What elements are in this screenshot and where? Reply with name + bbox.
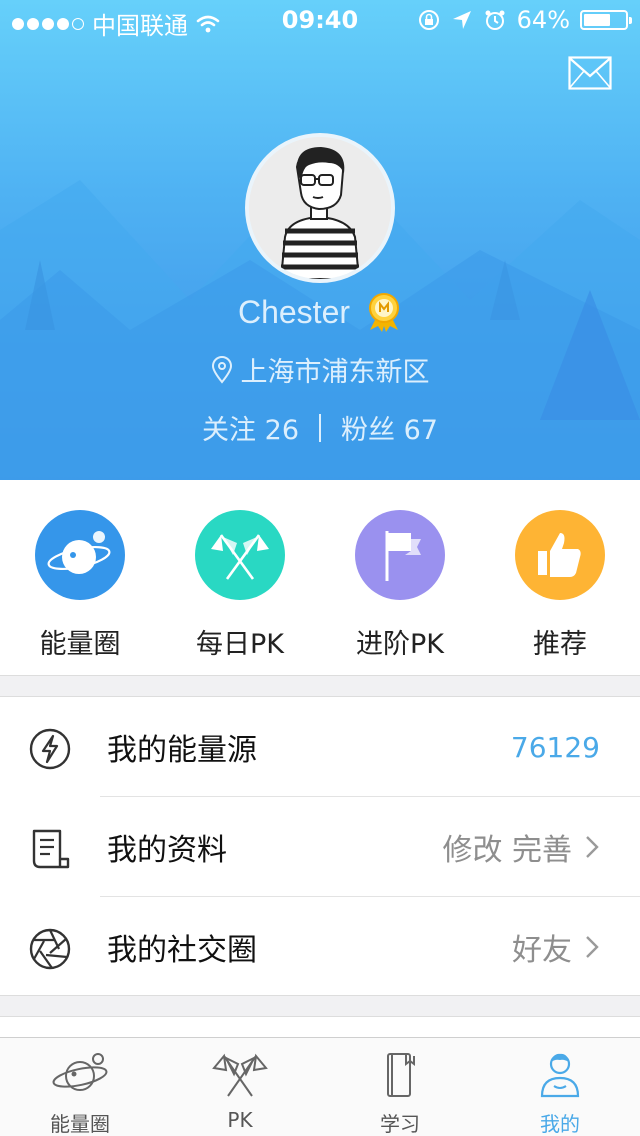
quick-action-recommend[interactable]: 推荐	[480, 510, 640, 661]
tab-mine[interactable]: 我的	[480, 1050, 640, 1136]
battery-icon	[580, 10, 632, 30]
avatar-illustration	[249, 137, 391, 279]
following-count: 26	[264, 415, 299, 446]
thumbs-up-icon	[515, 510, 605, 600]
tab-label: 学习	[380, 1112, 420, 1136]
profile-meta: 修改 完善	[442, 833, 572, 868]
fans-count: 67	[403, 415, 438, 446]
quick-action-label: 进阶PK	[356, 629, 444, 660]
avatar[interactable]	[245, 133, 395, 283]
medal-badge-icon	[369, 293, 400, 332]
energy-value: 76129	[510, 730, 600, 764]
tab-label: 我的	[540, 1112, 580, 1136]
chevron-right-icon	[586, 836, 599, 858]
status-right: 64%	[417, 6, 632, 34]
aperture-icon	[29, 928, 71, 970]
tab-study[interactable]: 学习	[320, 1050, 480, 1136]
list-section-strip	[0, 1016, 640, 1038]
menu-item-energy-source[interactable]: 我的能量源 76129	[0, 697, 640, 797]
menu-item-title: 我的能量源	[107, 733, 257, 768]
crossed-flags-icon	[212, 1053, 268, 1097]
flag-icon	[355, 510, 445, 600]
tab-label: PK	[227, 1108, 253, 1132]
fans-stat[interactable]: 粉丝 67	[341, 408, 438, 447]
location-pin-icon	[211, 355, 232, 384]
planet-icon	[35, 510, 125, 600]
name-row: Chester	[0, 292, 640, 332]
menu-item-social-circle[interactable]: 我的社交圈 好友	[0, 897, 640, 997]
social-meta: 好友	[512, 933, 572, 968]
battery-percent: 64%	[516, 6, 570, 34]
location-text: 上海市浦东新区	[240, 357, 430, 388]
crossed-flags-icon	[195, 510, 285, 600]
profile-header: 中国联通 09:40 64% Chester 上海市浦东新区 关注 26 粉丝 …	[0, 0, 640, 480]
menu-item-title: 我的社交圈	[107, 933, 257, 968]
document-icon	[32, 829, 70, 869]
following-label: 关注	[202, 415, 257, 446]
location-row: 上海市浦东新区	[0, 350, 640, 389]
quick-action-energy-circle[interactable]: 能量圈	[0, 510, 160, 661]
alarm-icon	[485, 10, 505, 30]
quick-action-label: 每日PK	[196, 629, 284, 660]
tab-energy-circle[interactable]: 能量圈	[0, 1050, 160, 1136]
stats-divider	[319, 413, 321, 442]
chevron-right-icon	[586, 936, 599, 958]
book-icon	[387, 1053, 415, 1097]
planet-icon	[52, 1053, 108, 1091]
menu-item-title: 我的资料	[107, 833, 227, 868]
tab-pk[interactable]: PK	[160, 1050, 320, 1132]
quick-action-daily-pk[interactable]: 每日PK	[160, 510, 320, 661]
location-arrow-icon	[452, 11, 471, 29]
quick-actions: 能量圈 每日PK 进阶PK 推荐	[0, 480, 640, 676]
status-bar: 中国联通 09:40 64%	[0, 0, 640, 40]
quick-action-label: 推荐	[533, 629, 587, 660]
quick-action-advanced-pk[interactable]: 进阶PK	[320, 510, 480, 661]
rotation-lock-icon	[418, 10, 439, 30]
menu-list: 我的能量源 76129 我的资料 修改 完善 我的社交圈 好友	[0, 696, 640, 996]
following-stat[interactable]: 关注 26	[202, 408, 299, 447]
quick-action-label: 能量圈	[39, 629, 121, 660]
user-icon	[540, 1053, 580, 1098]
fans-label: 粉丝	[341, 415, 395, 446]
tab-bar: 能量圈 PK 学习 我的	[0, 1037, 640, 1136]
profile-name: Chester	[237, 293, 351, 330]
tab-label: 能量圈	[50, 1112, 110, 1136]
follow-stats: 关注 26 粉丝 67	[0, 408, 640, 447]
mail-icon[interactable]	[568, 56, 612, 90]
menu-item-my-profile[interactable]: 我的资料 修改 完善	[0, 797, 640, 897]
lightning-icon	[29, 728, 71, 770]
